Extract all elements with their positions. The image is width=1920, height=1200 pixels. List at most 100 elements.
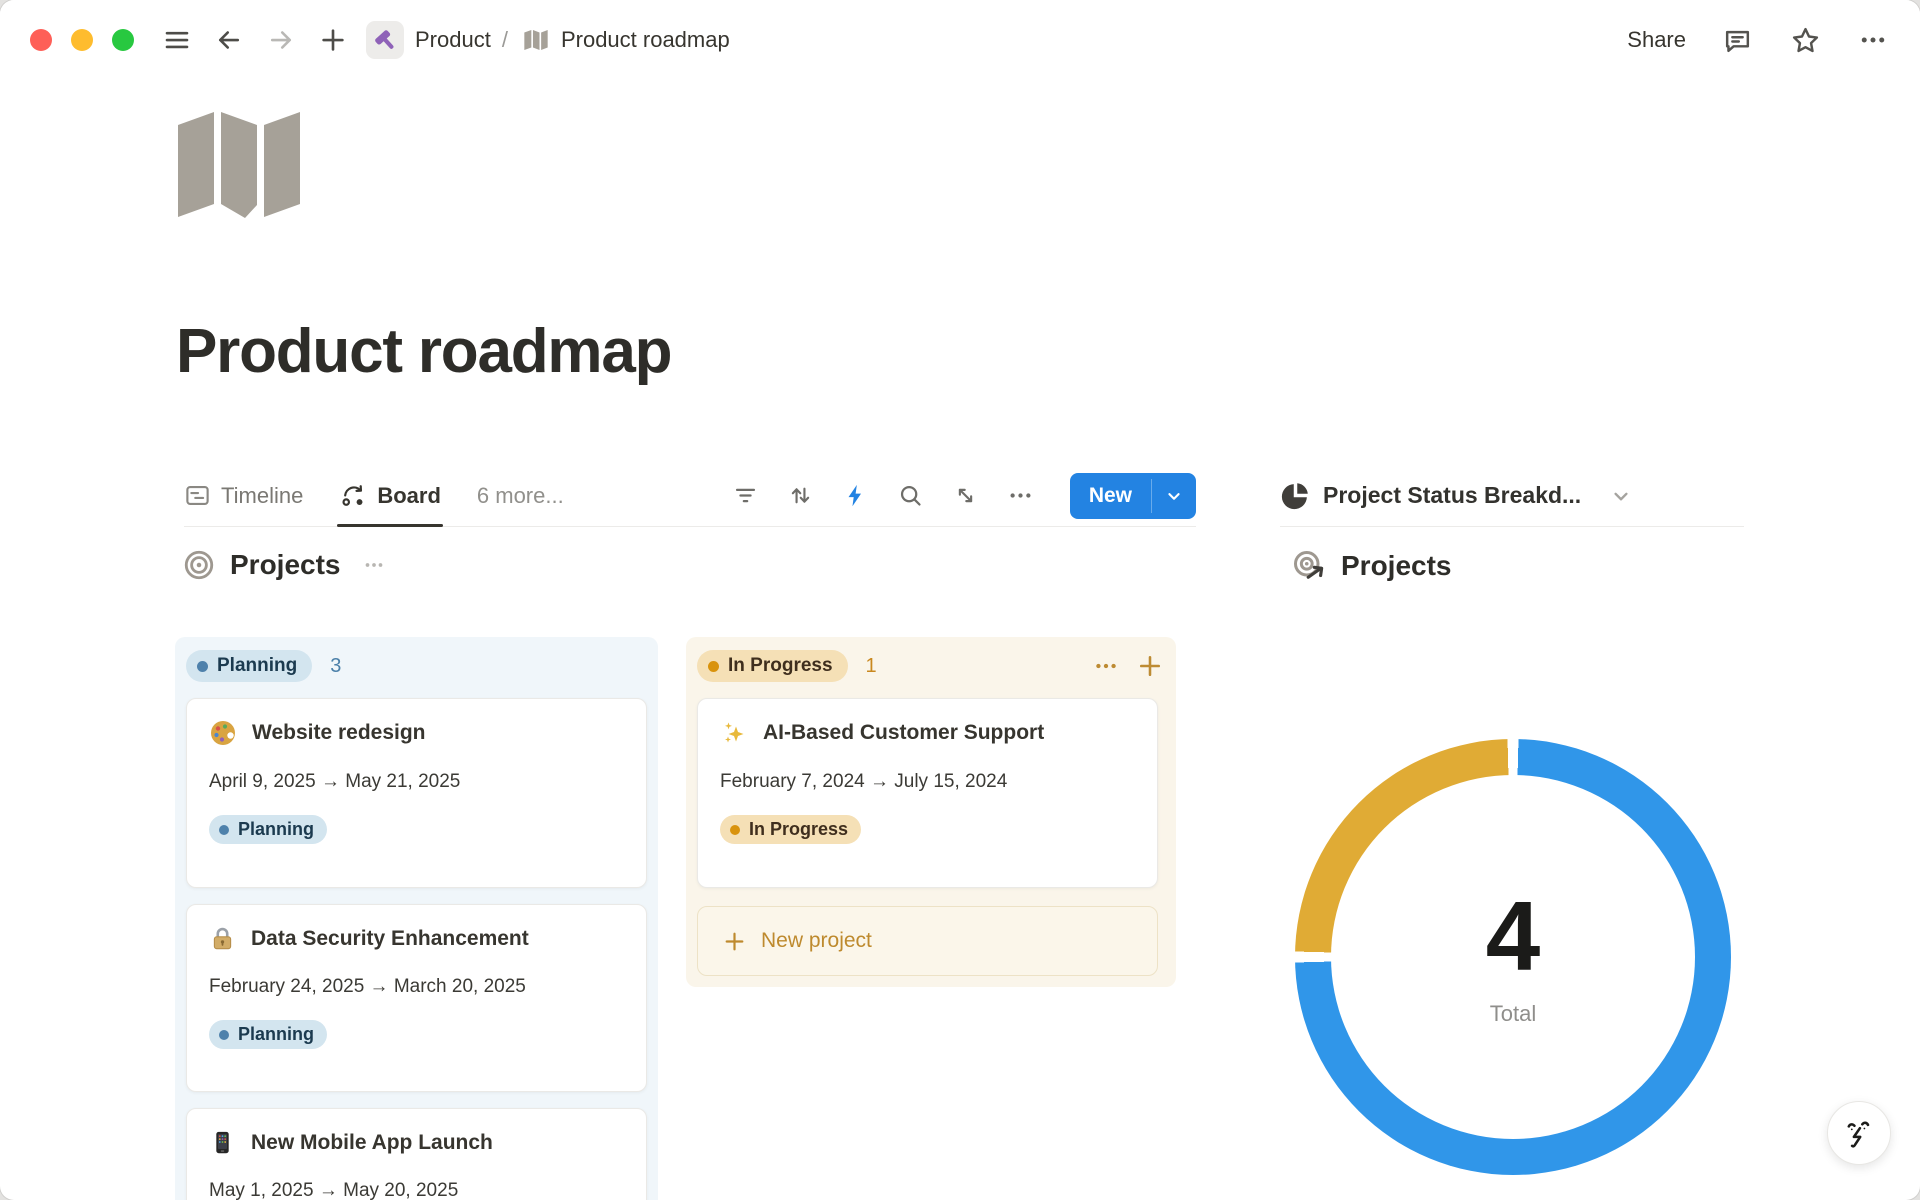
chevron-down-icon[interactable] [1608, 483, 1634, 509]
card-dates: April 9, 2025 → May 21, 2025 [209, 771, 624, 793]
sparkles-icon [720, 719, 748, 747]
tab-board[interactable]: Board [339, 465, 441, 526]
filter-button[interactable] [732, 482, 760, 510]
zoom-window-button[interactable] [112, 29, 134, 51]
view-options-button[interactable] [1007, 482, 1035, 510]
board-icon [339, 482, 367, 510]
search-icon [897, 482, 924, 509]
planning-column-pill[interactable]: Planning [186, 650, 312, 682]
chart-panel-title[interactable]: Project Status Breakd... [1323, 482, 1581, 509]
card-dates: February 24, 2025 → March 20, 2025 [209, 976, 624, 998]
status-badge-label: In Progress [749, 819, 848, 840]
plus-icon [1136, 652, 1164, 680]
status-badge: Planning [209, 1020, 327, 1049]
minimize-window-button[interactable] [71, 29, 93, 51]
comments-button[interactable] [1720, 23, 1754, 57]
filter-icon [732, 482, 759, 509]
status-badge: In Progress [720, 815, 861, 844]
ellipsis-icon [1858, 25, 1888, 55]
window-controls [30, 29, 134, 51]
breadcrumb-teamspace[interactable]: Product [415, 27, 491, 53]
plus-icon [318, 25, 348, 55]
forward-arrow-icon [266, 25, 296, 55]
card-title: New Mobile App Launch [251, 1131, 493, 1155]
in-progress-column-header: In Progress 1 [697, 648, 1163, 684]
column-actions [1093, 653, 1163, 679]
planning-column-count: 3 [330, 655, 341, 678]
expand-button[interactable] [952, 482, 980, 510]
sort-button[interactable] [787, 482, 815, 510]
new-dropdown-button[interactable] [1152, 473, 1196, 519]
automations-button[interactable] [842, 482, 870, 510]
section-options-button[interactable] [361, 552, 387, 578]
new-project-button[interactable]: New project [697, 906, 1158, 976]
donut-total-label: Total [1490, 1001, 1536, 1027]
search-button[interactable] [897, 482, 925, 510]
new-project-label: New project [761, 929, 872, 953]
status-dot-yellow [708, 661, 719, 672]
back-button[interactable] [212, 23, 246, 57]
card-dates: February 7, 2024 → July 15, 2024 [720, 771, 1135, 793]
favorite-button[interactable] [1788, 23, 1822, 57]
new-button[interactable]: New [1070, 473, 1151, 519]
star-icon [1790, 25, 1821, 56]
in-progress-column-name: In Progress [728, 655, 833, 677]
page-icon-map[interactable] [178, 112, 300, 222]
topbar-actions: Share [1627, 23, 1890, 57]
hammer-icon [372, 27, 398, 53]
tab-timeline-label: Timeline [221, 483, 303, 509]
planning-column-name: Planning [217, 655, 297, 677]
ellipsis-icon [1093, 653, 1119, 679]
view-tabs-row: Timeline Board 6 more... [184, 465, 1196, 527]
card-new-mobile-app[interactable]: New Mobile App Launch May 1, 2025 → May … [186, 1108, 647, 1200]
back-arrow-icon [214, 25, 244, 55]
close-window-button[interactable] [30, 29, 52, 51]
palette-icon [209, 719, 237, 747]
new-page-button[interactable] [316, 23, 350, 57]
card-data-security[interactable]: Data Security Enhancement February 24, 2… [186, 904, 647, 1092]
target-arrow-icon [1291, 548, 1327, 584]
app-window: Product / Product roadmap Share [0, 0, 1920, 1200]
status-dot-blue [197, 661, 208, 672]
more-options-button[interactable] [1856, 23, 1890, 57]
column-add-card-button[interactable] [1137, 653, 1163, 679]
lock-icon [209, 925, 236, 952]
pie-icon [1280, 481, 1310, 511]
top-bar: Product / Product roadmap Share [0, 0, 1920, 80]
sidebar-toggle-button[interactable] [160, 23, 194, 57]
tab-timeline[interactable]: Timeline [184, 465, 303, 526]
timeline-icon [184, 482, 211, 509]
in-progress-column-pill[interactable]: In Progress [697, 650, 848, 682]
planning-column-header: Planning 3 [186, 648, 645, 684]
donut-center: 4 Total [1295, 739, 1731, 1175]
nav-controls [160, 23, 350, 57]
map-icon [522, 26, 550, 54]
status-dot-blue [219, 825, 229, 835]
tabs-more-button[interactable]: 6 more... [477, 483, 564, 509]
view-toolbar: New [732, 473, 1196, 519]
notion-ai-button[interactable] [1827, 1101, 1891, 1165]
status-badge-label: Planning [238, 1024, 314, 1045]
column-options-button[interactable] [1093, 653, 1119, 679]
share-button[interactable]: Share [1627, 27, 1686, 53]
card-website-redesign[interactable]: Website redesign April 9, 2025 → May 21,… [186, 698, 647, 888]
card-ai-customer-support[interactable]: AI-Based Customer Support February 7, 20… [697, 698, 1158, 888]
sort-icon [787, 482, 814, 509]
card-dates: May 1, 2025 → May 20, 2025 [209, 1180, 624, 1200]
status-dot-blue [219, 1030, 229, 1040]
board-column-in-progress: In Progress 1 [686, 637, 1176, 987]
new-button-group: New [1070, 473, 1196, 519]
card-title: AI-Based Customer Support [763, 721, 1044, 745]
hamburger-icon [162, 25, 192, 55]
status-donut-chart[interactable]: 4 Total [1295, 739, 1731, 1175]
status-badge-label: Planning [238, 819, 314, 840]
breadcrumb: Product / Product roadmap [366, 21, 730, 59]
chart-panel-header: Project Status Breakd... [1280, 465, 1744, 527]
breadcrumb-separator: / [502, 27, 508, 53]
board-section-title: Projects [230, 549, 341, 581]
status-dot-yellow [730, 825, 740, 835]
breadcrumb-page[interactable]: Product roadmap [561, 27, 730, 53]
mobile-phone-icon [209, 1129, 236, 1156]
teamspace-icon-button[interactable] [366, 21, 404, 59]
forward-button[interactable] [264, 23, 298, 57]
